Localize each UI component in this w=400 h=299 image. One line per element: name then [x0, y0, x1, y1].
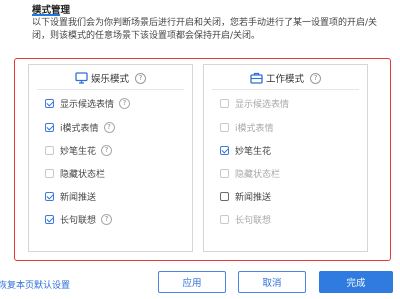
option-long-sentence-prediction[interactable]: 长句联想 ? [45, 212, 113, 226]
briefcase-icon [250, 72, 263, 84]
panel-divider [37, 89, 184, 90]
title-underline [32, 14, 60, 16]
option-label: 显示候选表情 [235, 99, 290, 110]
option-miaobi-shenghua[interactable]: 妙笔生花 [220, 143, 271, 157]
checkbox[interactable] [220, 145, 229, 155]
panel-header: 工作模式 ? [204, 69, 367, 87]
panel-header: 娱乐模式 ? [29, 69, 192, 87]
work-mode-panel: 工作模式 ? 显示候选表情 i模式表情 妙笔生花 隐藏状态栏 新闻推送 长句联想 [203, 64, 368, 252]
checkbox[interactable] [45, 214, 54, 224]
panel-title: 娱乐模式 [90, 74, 129, 85]
entertainment-mode-panel: 娱乐模式 ? 显示候选表情 ? i模式表情 ? 妙笔生花 ? 隐藏状态栏 新闻推… [28, 64, 193, 252]
apply-button[interactable]: 应用 [158, 271, 226, 293]
option-label: 妙笔生花 [60, 146, 97, 157]
checkbox[interactable] [45, 98, 54, 108]
option-label: i模式表情 [235, 123, 274, 134]
option-i-mode-emoji[interactable]: i模式表情 ? [45, 120, 115, 134]
option-label: i模式表情 [60, 123, 99, 134]
option-label: 妙笔生花 [235, 146, 272, 157]
option-news-push[interactable]: 新闻推送 [220, 189, 271, 203]
option-label: 新闻推送 [235, 192, 272, 203]
option-long-sentence-prediction[interactable]: 长句联想 [220, 212, 271, 226]
checkbox[interactable] [45, 122, 54, 132]
checkbox[interactable] [45, 168, 54, 178]
cancel-button[interactable]: 取消 [238, 271, 306, 293]
option-hide-status-bar[interactable]: 隐藏状态栏 [45, 166, 105, 180]
help-icon[interactable]: ? [310, 72, 321, 84]
option-label: 新闻推送 [60, 192, 97, 203]
checkbox[interactable] [220, 98, 229, 108]
section-description: 以下设置我们会为你判断场景后进行开启和关闭，您若手动进行了某一设置项的开启/关闭… [32, 18, 378, 41]
help-icon[interactable]: ? [101, 213, 113, 225]
option-show-candidate-emoji[interactable]: 显示候选表情 ? [45, 96, 131, 110]
checkbox[interactable] [220, 191, 229, 201]
option-news-push[interactable]: 新闻推送 [45, 189, 96, 203]
option-i-mode-emoji[interactable]: i模式表情 [220, 120, 274, 134]
option-hide-status-bar[interactable]: 隐藏状态栏 [220, 166, 280, 180]
checkbox[interactable] [220, 214, 229, 224]
monitor-icon [75, 72, 88, 84]
checkbox[interactable] [45, 191, 54, 201]
checkbox[interactable] [45, 145, 54, 155]
panel-divider [212, 89, 359, 90]
panel-title: 工作模式 [265, 74, 304, 85]
option-label: 显示候选表情 [60, 99, 115, 110]
done-button[interactable]: 完成 [319, 271, 393, 293]
help-icon[interactable]: ? [119, 97, 131, 109]
checkbox[interactable] [220, 122, 229, 132]
help-icon[interactable]: ? [135, 72, 146, 84]
checkbox[interactable] [220, 168, 229, 178]
option-label: 长句联想 [60, 215, 97, 226]
restore-defaults-link[interactable]: 恢复本页默认设置 [0, 278, 70, 291]
option-label: 长句联想 [235, 215, 272, 226]
option-label: 隐藏状态栏 [60, 169, 106, 180]
help-icon[interactable]: ? [103, 121, 115, 133]
option-show-candidate-emoji[interactable]: 显示候选表情 [220, 96, 289, 110]
help-icon[interactable]: ? [101, 144, 113, 156]
option-miaobi-shenghua[interactable]: 妙笔生花 ? [45, 143, 113, 157]
option-label: 隐藏状态栏 [235, 169, 281, 180]
